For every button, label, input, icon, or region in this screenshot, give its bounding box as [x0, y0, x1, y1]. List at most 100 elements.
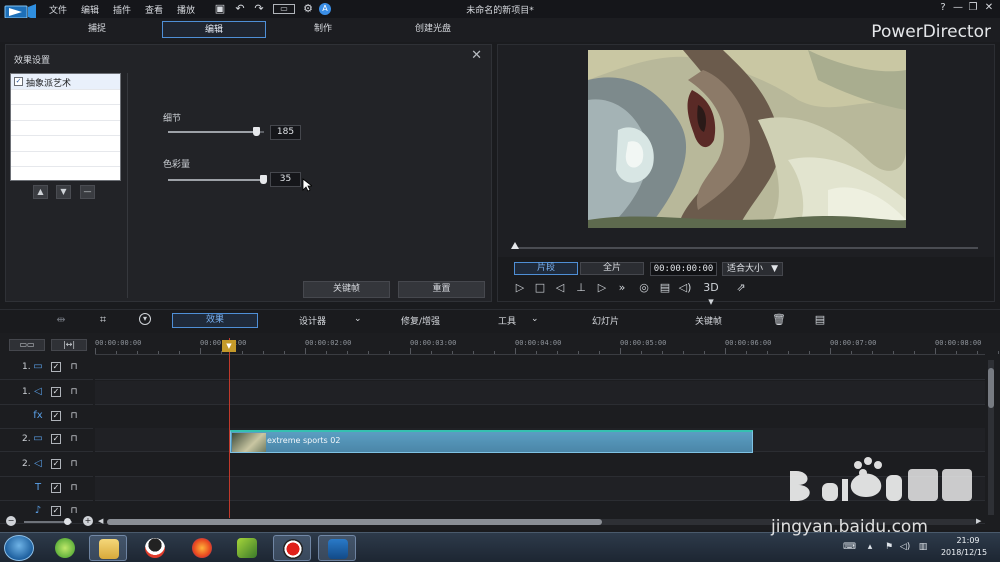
designer-menu[interactable]: 设计器	[299, 314, 326, 327]
lock-icon[interactable]: ⊓	[69, 482, 79, 494]
tray-arrow-icon[interactable]: ▴	[864, 541, 876, 553]
tab-produce[interactable]: 制作	[271, 21, 375, 38]
split-icon[interactable]: ⊥	[574, 281, 588, 295]
lock-icon[interactable]: ⊓	[69, 386, 79, 398]
move-down-icon[interactable]: ▼	[56, 185, 71, 199]
clip-mode-button[interactable]: 片段	[514, 262, 578, 275]
fast-forward-icon[interactable]: »	[615, 281, 629, 295]
timeline-zoom-handle[interactable]	[64, 518, 71, 525]
more-tools-icon[interactable]: ▤	[813, 313, 827, 327]
snapshot-icon[interactable]: ◎	[637, 281, 651, 295]
flag-icon[interactable]: ⚑	[883, 541, 895, 553]
trash-icon[interactable]: 🗑	[772, 313, 786, 327]
track-enable-checkbox[interactable]: ✓	[51, 459, 61, 469]
restore-button[interactable]: ❐	[967, 2, 979, 13]
upgrade-badge-icon[interactable]: A	[319, 3, 331, 15]
fix-enhance-button[interactable]: 修复/增强	[401, 314, 440, 327]
effects-menu-icon[interactable]: ▾	[139, 313, 151, 325]
close-icon[interactable]: ✕	[471, 48, 482, 63]
taskbar-app-explorer[interactable]	[89, 535, 127, 561]
detail-slider-handle[interactable]	[253, 127, 261, 136]
settings-gear-icon[interactable]: ⚙	[302, 3, 314, 15]
taskbar-app-camtasia[interactable]	[228, 535, 266, 561]
clock-date[interactable]: 2018/12/15	[936, 548, 992, 557]
track-header[interactable]: 1. ◁ ✓ ⊓	[0, 381, 93, 405]
fit-timeline-icon[interactable]: |↔|	[51, 339, 87, 351]
lock-icon[interactable]: ⊓	[69, 361, 79, 373]
timeline-clip[interactable]: extreme sports 02	[230, 430, 753, 453]
aspect-ratio-icon[interactable]: ▭	[273, 4, 295, 14]
minimize-button[interactable]: —	[952, 2, 964, 13]
preview-scrub-bar[interactable]	[512, 247, 978, 249]
menu-playback[interactable]: 播放	[177, 3, 195, 16]
save-icon[interactable]: ▣	[214, 3, 226, 15]
track-enable-checkbox[interactable]: ✓	[51, 506, 61, 516]
track-manager-icon[interactable]: ▭▭	[9, 339, 45, 351]
zoom-fit-dropdown[interactable]: 适合大小 ▼	[722, 262, 783, 276]
tools-menu[interactable]: 工具	[498, 314, 516, 327]
help-button[interactable]: ?	[937, 2, 949, 13]
slideshow-button[interactable]: 幻灯片	[592, 314, 619, 327]
taskbar-app-360[interactable]	[46, 535, 84, 561]
tab-edit[interactable]: 编辑	[162, 21, 266, 38]
lock-icon[interactable]: ⊓	[69, 458, 79, 470]
start-button[interactable]	[4, 535, 34, 561]
subtitle-icon[interactable]: ▤	[658, 281, 672, 295]
stop-icon[interactable]: □	[533, 281, 547, 295]
taskbar-app-recorder[interactable]	[273, 535, 311, 561]
next-frame-icon[interactable]: ▷	[595, 281, 609, 295]
move-up-icon[interactable]: ▲	[33, 185, 48, 199]
scroll-left-icon[interactable]: ◀	[98, 517, 103, 525]
3d-mode-button[interactable]: 3D ▾	[699, 281, 723, 308]
detail-slider[interactable]	[168, 127, 264, 136]
track-enable-checkbox[interactable]: ✓	[51, 411, 61, 421]
reset-button[interactable]: 重置	[398, 281, 485, 298]
volume-tray-icon[interactable]: ◁)	[899, 541, 911, 553]
lock-icon[interactable]: ⊓	[69, 410, 79, 422]
close-button[interactable]: ✕	[983, 2, 995, 13]
track-enable-checkbox[interactable]: ✓	[51, 387, 61, 397]
keyframe-button[interactable]: 关键帧	[303, 281, 390, 298]
menu-edit[interactable]: 编辑	[81, 3, 99, 16]
zoom-out-icon[interactable]: −	[6, 516, 16, 526]
track-header[interactable]: 2. ◁ ✓ ⊓	[0, 453, 93, 477]
previous-frame-icon[interactable]: ◁	[553, 281, 567, 295]
effect-checkbox[interactable]: ✓	[14, 77, 23, 86]
clock-time[interactable]: 21:09	[948, 536, 988, 545]
undo-icon[interactable]: ↶	[234, 3, 246, 15]
menu-view[interactable]: 查看	[145, 3, 163, 16]
timecode-display[interactable]: 00:00:00:00	[650, 262, 717, 276]
trim-icon[interactable]: ⇹	[54, 313, 68, 327]
redo-icon[interactable]: ↷	[253, 3, 265, 15]
color-amount-slider[interactable]	[168, 175, 268, 184]
vertical-scrollbar-thumb[interactable]	[988, 368, 994, 408]
track-enable-checkbox[interactable]: ✓	[51, 434, 61, 444]
taskbar-app-firefox[interactable]	[183, 535, 221, 561]
menu-file[interactable]: 文件	[49, 3, 67, 16]
play-icon[interactable]: ▷	[513, 281, 527, 295]
track-enable-checkbox[interactable]: ✓	[51, 362, 61, 372]
scroll-right-icon[interactable]: ▶	[976, 517, 981, 525]
horizontal-scrollbar-thumb[interactable]	[107, 519, 602, 525]
menu-plugins[interactable]: 插件	[113, 3, 131, 16]
playhead-line[interactable]	[229, 338, 230, 518]
detail-value-input[interactable]: 185	[270, 125, 301, 140]
taskbar-app-powerdirector[interactable]	[318, 535, 356, 561]
chevron-down-icon[interactable]: ⌄	[354, 314, 362, 324]
tab-create-disc[interactable]: 创建光盘	[381, 21, 485, 38]
keyboard-icon[interactable]: ⌨	[843, 541, 856, 553]
remove-icon[interactable]: —	[80, 185, 95, 199]
color-amount-value-input[interactable]: 35	[270, 172, 301, 187]
effects-tab[interactable]: 效果	[172, 313, 258, 328]
track-header[interactable]: 2. ▭ ✓ ⊓	[0, 428, 93, 452]
track-header[interactable]: 1. ▭ ✓ ⊓	[0, 356, 93, 380]
keyframe-timeline-button[interactable]: 关键帧	[695, 314, 722, 327]
track-header[interactable]: fx ✓ ⊓	[0, 405, 93, 429]
tab-capture[interactable]: 捕捉	[45, 21, 149, 38]
undock-icon[interactable]: ⇗	[734, 281, 748, 295]
playhead-handle[interactable]: ▼	[222, 340, 236, 352]
list-item[interactable]: ✓ 抽象派艺术	[11, 74, 120, 90]
taskbar-app-qq[interactable]	[136, 535, 174, 561]
movie-mode-button[interactable]: 全片	[580, 262, 644, 275]
track-header[interactable]: T ✓ ⊓	[0, 477, 93, 501]
